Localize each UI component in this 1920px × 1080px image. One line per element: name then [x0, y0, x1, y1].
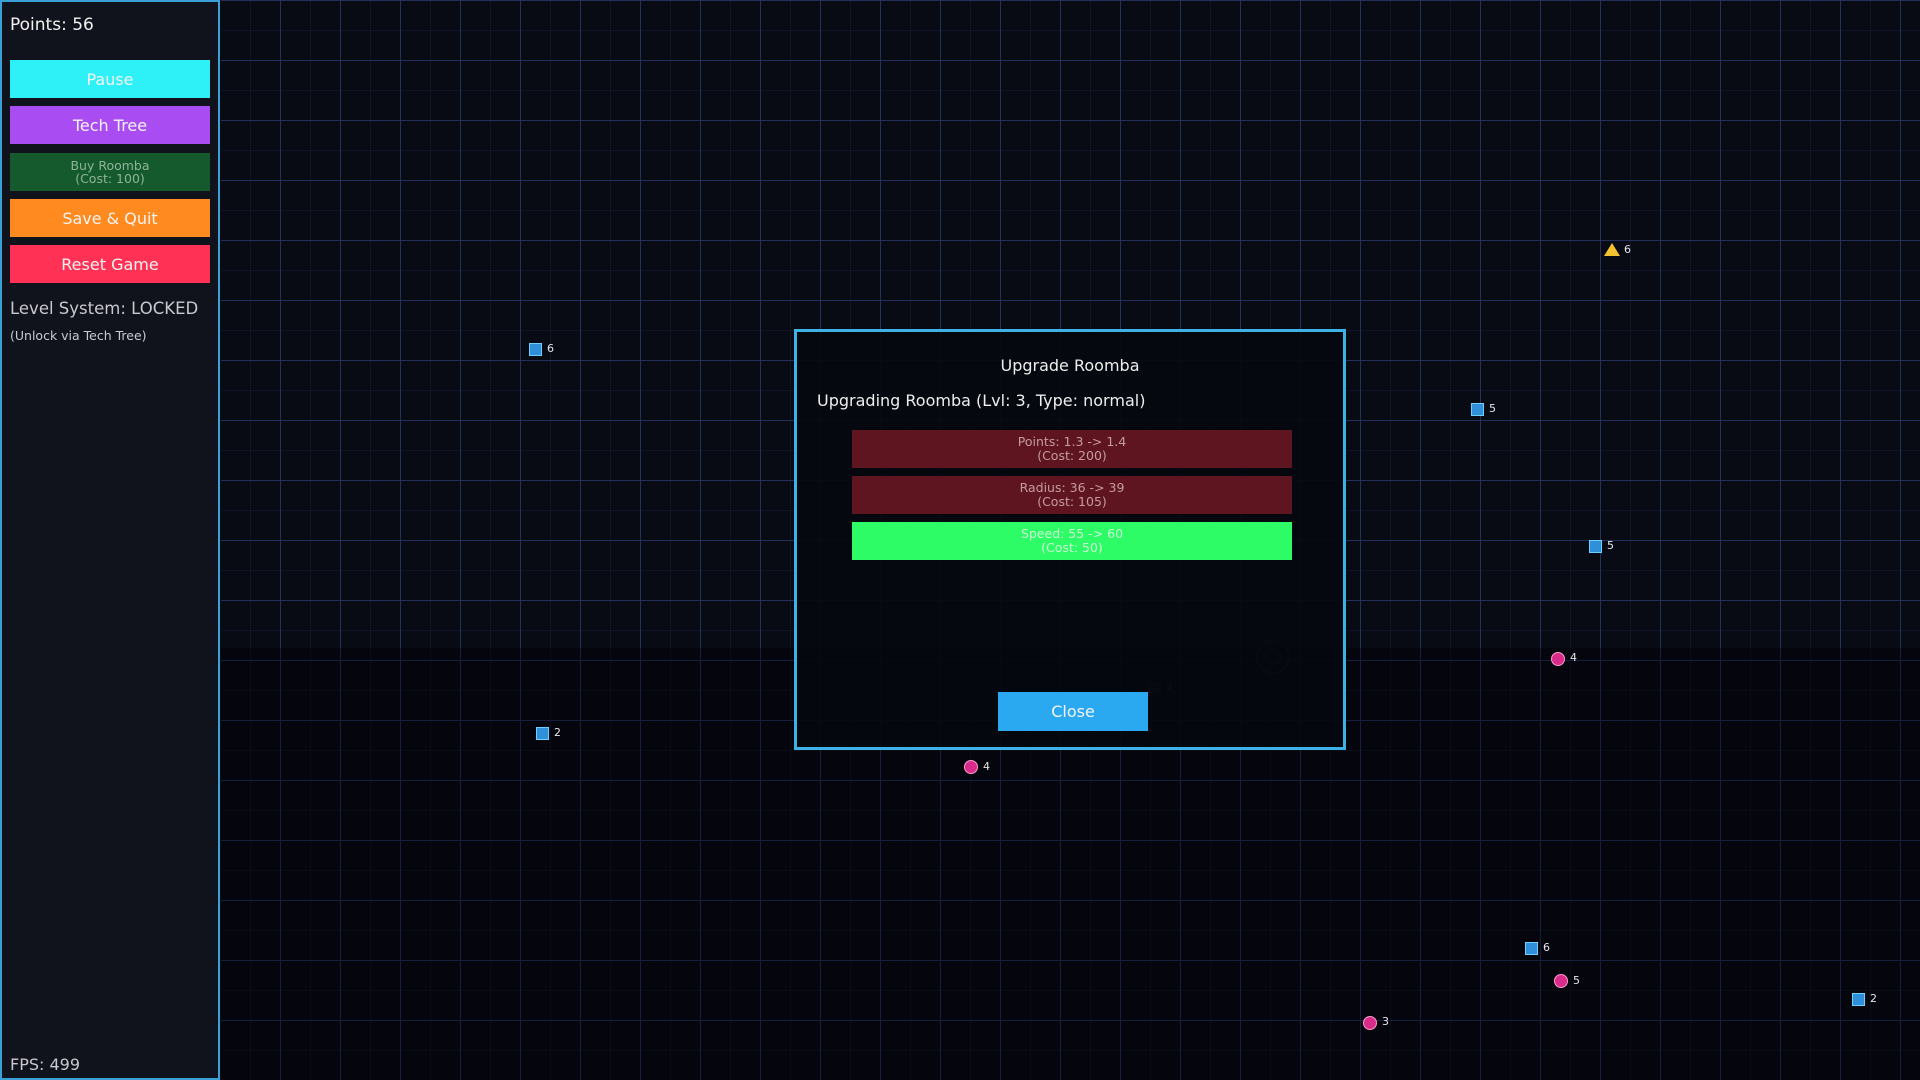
square-item[interactable]	[529, 343, 542, 356]
save-quit-button[interactable]: Save & Quit	[10, 199, 210, 237]
square-item[interactable]	[1852, 993, 1865, 1006]
sidebar: Points: 56 Pause Tech Tree Buy Roomba (C…	[0, 0, 220, 1080]
pause-button[interactable]: Pause	[10, 60, 210, 98]
tech-tree-button[interactable]: Tech Tree	[10, 106, 210, 144]
close-button[interactable]: Close	[998, 692, 1148, 731]
upgrade-label: Points: 1.3 -> 1.4	[1017, 434, 1127, 449]
item-value: 6	[1543, 941, 1550, 954]
upgrade-label: Radius: 36 -> 39	[1019, 480, 1125, 495]
circle-item[interactable]	[1551, 652, 1565, 666]
upgrade-radius-button[interactable]: Radius: 36 -> 39 (Cost: 105)	[852, 476, 1292, 514]
buy-roomba-cost: (Cost: 100)	[75, 171, 145, 186]
item-value: 5	[1489, 402, 1496, 415]
upgrade-roomba-dialog: Upgrade Roomba Upgrading Roomba (Lvl: 3,…	[794, 329, 1346, 750]
buy-roomba-button[interactable]: Buy Roomba (Cost: 100)	[10, 153, 210, 191]
circle-item[interactable]	[964, 760, 978, 774]
upgrade-cost: (Cost: 200)	[1037, 448, 1107, 463]
item-value: 6	[547, 342, 554, 355]
square-item[interactable]	[1525, 942, 1538, 955]
item-value: 4	[1570, 651, 1577, 664]
upgrade-cost: (Cost: 105)	[1037, 494, 1107, 509]
fps-counter: FPS: 499	[10, 1055, 81, 1074]
square-item[interactable]	[1589, 540, 1602, 553]
item-value: 2	[554, 726, 561, 739]
upgrade-speed-button[interactable]: Speed: 55 -> 60 (Cost: 50)	[852, 522, 1292, 560]
circle-item[interactable]	[1554, 974, 1568, 988]
upgrade-cost: (Cost: 50)	[1041, 540, 1103, 555]
dialog-title: Upgrade Roomba	[1000, 356, 1140, 375]
upgrade-label: Speed: 55 -> 60	[1020, 526, 1124, 541]
triangle-item[interactable]	[1604, 243, 1620, 256]
reset-game-button[interactable]: Reset Game	[10, 245, 210, 283]
points-counter: Points: 56	[10, 15, 94, 35]
circle-item[interactable]	[1363, 1016, 1377, 1030]
square-item[interactable]	[536, 727, 549, 740]
item-value: 3	[1382, 1015, 1389, 1028]
level-system-status: Level System: LOCKED	[10, 299, 199, 318]
item-value: 5	[1607, 539, 1614, 552]
item-value: 6	[1624, 243, 1631, 256]
dialog-subtitle: Upgrading Roomba (Lvl: 3, Type: normal)	[817, 391, 1146, 410]
level-system-hint: (Unlock via Tech Tree)	[10, 328, 147, 343]
item-value: 4	[983, 760, 990, 773]
upgrade-points-button[interactable]: Points: 1.3 -> 1.4 (Cost: 200)	[852, 430, 1292, 468]
item-value: 2	[1870, 992, 1877, 1005]
item-value: 5	[1573, 974, 1580, 987]
square-item[interactable]	[1471, 403, 1484, 416]
